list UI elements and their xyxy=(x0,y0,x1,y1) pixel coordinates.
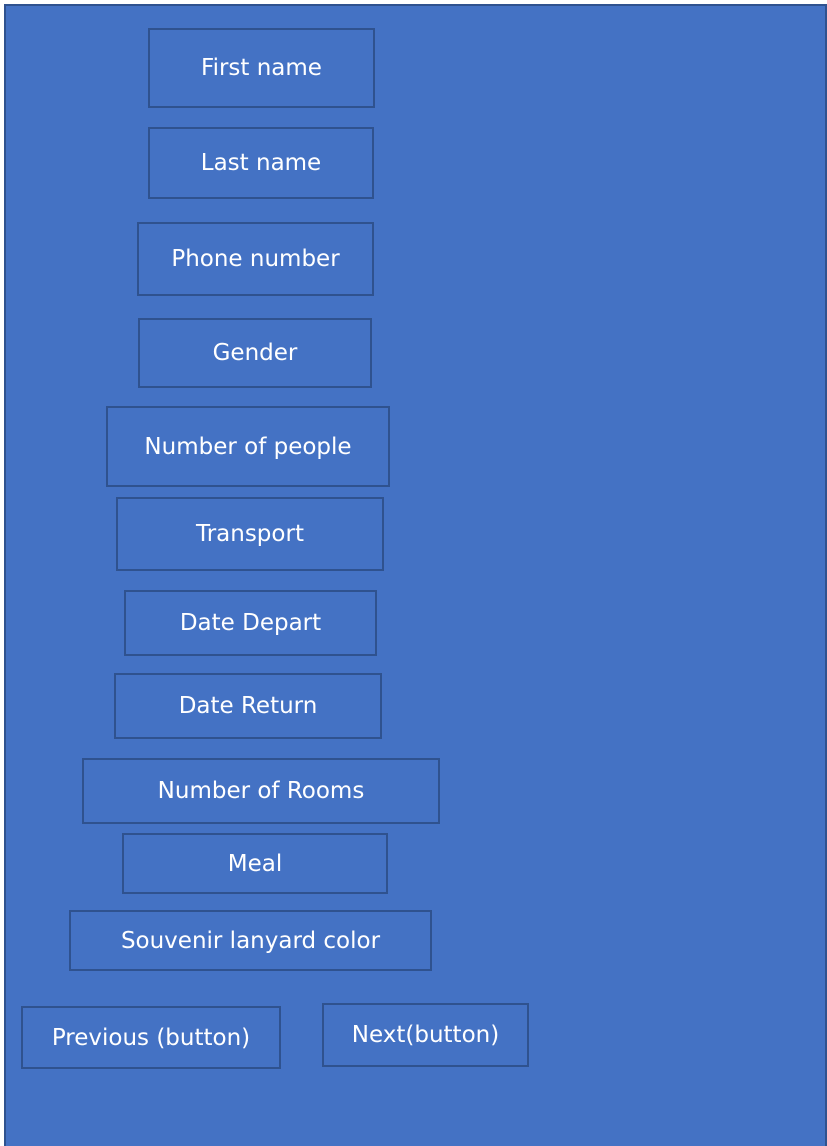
previous-button-label: Previous (button) xyxy=(51,1024,251,1051)
number-of-people-label: Number of people xyxy=(144,433,352,460)
previous-button[interactable]: Previous (button) xyxy=(21,1006,281,1069)
last-name-label: Last name xyxy=(200,150,322,176)
number-of-rooms-field[interactable]: Number of Rooms xyxy=(82,758,440,824)
last-name-field[interactable]: Last name xyxy=(148,127,374,199)
souvenir-lanyard-color-label: Souvenir lanyard color xyxy=(120,927,381,954)
date-depart-field[interactable]: Date Depart xyxy=(124,590,377,656)
phone-number-field[interactable]: Phone number xyxy=(137,222,374,296)
date-return-label: Date Return xyxy=(178,693,318,719)
phone-number-label: Phone number xyxy=(171,246,340,272)
gender-label: Gender xyxy=(212,340,298,366)
number-of-rooms-label: Number of Rooms xyxy=(157,778,365,804)
meal-label: Meal xyxy=(227,850,283,877)
gender-field[interactable]: Gender xyxy=(138,318,372,388)
transport-label: Transport xyxy=(196,521,304,547)
number-of-people-field[interactable]: Number of people xyxy=(106,406,390,487)
date-return-field[interactable]: Date Return xyxy=(114,673,382,739)
form-page: First name Last name Phone number Gender… xyxy=(4,4,827,1146)
transport-field[interactable]: Transport xyxy=(116,497,384,571)
souvenir-lanyard-color-field[interactable]: Souvenir lanyard color xyxy=(69,910,432,971)
next-button[interactable]: Next(button) xyxy=(322,1003,529,1067)
next-button-label: Next(button) xyxy=(351,1022,500,1048)
first-name-label: First name xyxy=(201,55,322,81)
date-depart-label: Date Depart xyxy=(179,610,322,636)
meal-field[interactable]: Meal xyxy=(122,833,388,894)
first-name-field[interactable]: First name xyxy=(148,28,375,108)
